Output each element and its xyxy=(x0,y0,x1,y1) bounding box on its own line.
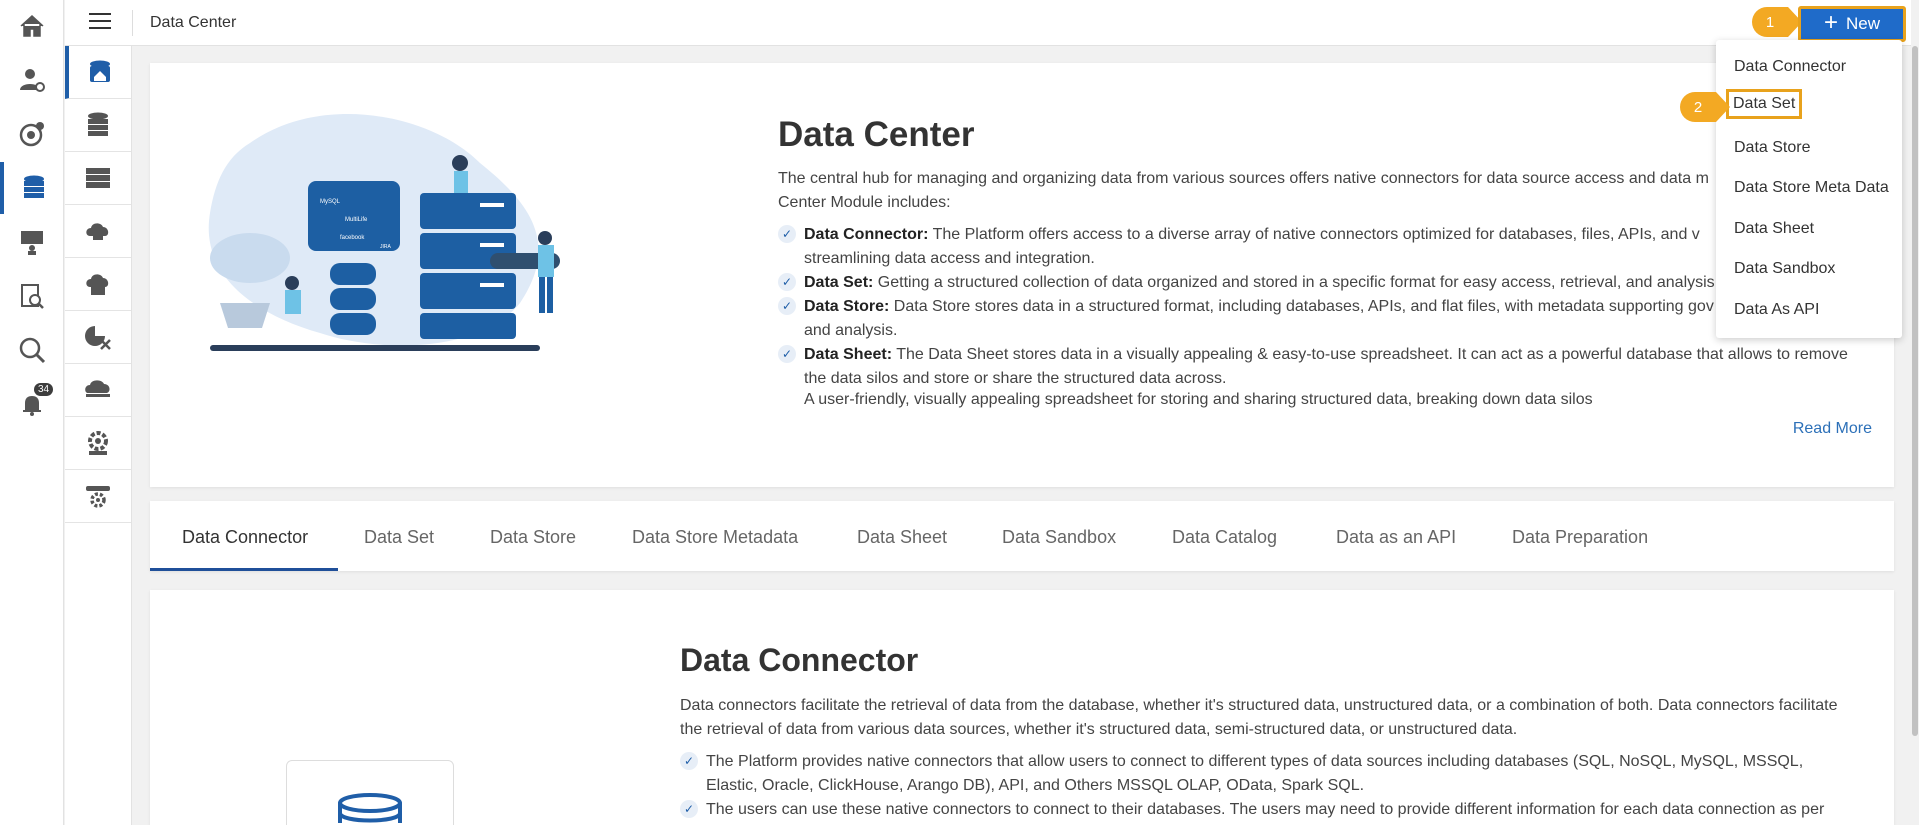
chart-tools-icon[interactable] xyxy=(65,311,131,364)
page-scrollbar[interactable] xyxy=(1911,0,1919,825)
hero-description: The central hub for managing and organiz… xyxy=(778,167,1878,215)
target-icon[interactable] xyxy=(0,108,64,160)
page-title: Data Center xyxy=(150,14,237,31)
menu-item-data-store[interactable]: Data Store xyxy=(1734,139,1810,157)
top-bar: Data Center xyxy=(65,0,1919,46)
presentation-icon[interactable] xyxy=(0,216,64,268)
section-bullets: ✓ The Platform provides native connectors… xyxy=(680,750,1830,822)
tab-data-as-an-api[interactable]: Data as an API xyxy=(1336,527,1456,548)
home-icon[interactable] xyxy=(0,0,64,52)
user-settings-icon[interactable] xyxy=(0,54,64,106)
tab-data-catalog[interactable]: Data Catalog xyxy=(1172,527,1277,548)
jira-logo-text: JIRA xyxy=(380,244,392,250)
bullet-term: Data Set: xyxy=(804,274,874,291)
hero-title: Data Center xyxy=(778,115,975,154)
tab-data-store[interactable]: Data Store xyxy=(490,527,576,548)
menu-item-data-connector[interactable]: Data Connector xyxy=(1734,58,1846,76)
menu-item-data-sandbox[interactable]: Data Sandbox xyxy=(1734,260,1835,278)
active-tab-underline xyxy=(150,568,338,571)
hero-description-line1: The central hub for managing and organiz… xyxy=(778,170,1709,187)
section-description: Data connectors facilitate the retrieval… xyxy=(680,697,1838,738)
tab-data-sandbox[interactable]: Data Sandbox xyxy=(1002,527,1116,548)
tab-data-connector[interactable]: Data Connector xyxy=(182,527,308,548)
scrollbar-thumb[interactable] xyxy=(1912,46,1918,736)
mysql-logo-text: MySQL xyxy=(320,199,341,205)
list-item: ✓ The Platform provides native connectors… xyxy=(680,750,1830,798)
bullet-cont: streamlining data access and integration… xyxy=(804,250,1095,267)
notification-badge: 34 xyxy=(34,383,54,396)
data-center-illustration: MySQL MultiLife facebook JIRA xyxy=(208,114,560,351)
section-title: Data Connector xyxy=(680,642,919,678)
list-item: ✓ Data Store: Data Store stores data in a… xyxy=(778,295,1868,343)
database-icon xyxy=(338,793,402,823)
hero-card: MySQL MultiLife facebook JIRA Data Cente… xyxy=(150,63,1894,487)
sub-rail xyxy=(65,46,132,825)
menu-item-data-as-api[interactable]: Data As API xyxy=(1734,301,1819,319)
bullet-text: The Platform offers access to a diverse … xyxy=(928,226,1700,243)
menu-item-data-store-meta-data[interactable]: Data Store Meta Data xyxy=(1734,179,1889,197)
plus-icon: + xyxy=(1823,9,1838,36)
new-button[interactable]: + New xyxy=(1798,6,1906,42)
hero-bullets: ✓ Data Connector: The Platform offers acc… xyxy=(778,223,1868,391)
check-icon: ✓ xyxy=(680,800,698,818)
topbar-divider xyxy=(132,10,133,36)
check-icon: ✓ xyxy=(778,225,796,243)
main-rail: 34 xyxy=(0,0,64,825)
tab-data-store-metadata[interactable]: Data Store Metadata xyxy=(632,527,798,548)
report-search-icon[interactable] xyxy=(0,270,64,322)
data-center-icon[interactable] xyxy=(0,162,64,214)
cloud-stack-icon[interactable] xyxy=(65,364,131,417)
list-item: ✓ Data Set: Getting a structured collecti… xyxy=(778,271,1868,295)
list-item: ✓ Data Connector: The Platform offers acc… xyxy=(778,223,1868,271)
api-gear-icon[interactable] xyxy=(65,417,131,470)
check-icon: ✓ xyxy=(778,273,796,291)
tab-data-sheet[interactable]: Data Sheet xyxy=(857,527,947,548)
tab-bar: Data Connector Data Set Data Store Data … xyxy=(150,501,1894,571)
list-item: ✓ The users can use these native connecto… xyxy=(680,798,1830,822)
bullet-term: Data Store: xyxy=(804,298,890,315)
bullet-text: The users can use these native connector… xyxy=(706,801,1825,818)
new-button-label: New xyxy=(1846,14,1881,33)
bullet-text: The Platform provides native connectors … xyxy=(706,753,1804,794)
check-icon: ✓ xyxy=(680,752,698,770)
menu-item-data-set[interactable]: Data Set xyxy=(1726,89,1803,119)
hero-description-line2: Center Module includes: xyxy=(778,194,951,211)
bullet-term: Data Sheet: xyxy=(804,346,893,363)
list-item: ✓ Data Sheet: The Data Sheet stores data … xyxy=(778,343,1868,391)
cloud-code-icon[interactable] xyxy=(65,258,131,311)
step-callout-2: 2 xyxy=(1680,92,1730,122)
database-icon[interactable] xyxy=(65,99,131,152)
check-icon: ✓ xyxy=(778,345,796,363)
multilife-logo-text: MultiLife xyxy=(345,217,368,223)
tab-data-set[interactable]: Data Set xyxy=(364,527,434,548)
hamburger-menu-icon[interactable] xyxy=(89,13,111,31)
bell-icon[interactable]: 34 xyxy=(0,378,64,430)
server-icon[interactable] xyxy=(65,152,131,205)
tab-data-preparation[interactable]: Data Preparation xyxy=(1512,527,1648,548)
menu-item-data-sheet[interactable]: Data Sheet xyxy=(1734,220,1814,238)
connector-section: Data Connector Data connectors facilitat… xyxy=(150,590,1894,825)
data-home-icon[interactable] xyxy=(65,46,131,99)
check-icon: ✓ xyxy=(778,297,796,315)
bullet-text: The Data Sheet stores data in a visually… xyxy=(892,346,1848,363)
new-dropdown-menu: Data Connector Data Set Data Store Data … xyxy=(1716,40,1902,338)
bullet-cont: the data silos and store or share the st… xyxy=(804,370,1227,387)
connector-image-box xyxy=(286,760,454,825)
bullet-text: Getting a structured collection of data … xyxy=(873,274,1720,291)
bullet-text: Data Store stores data in a structured f… xyxy=(889,298,1714,315)
pipeline-gear-icon[interactable] xyxy=(65,470,131,523)
cloud-database-icon[interactable] xyxy=(65,205,131,258)
facebook-logo-text: facebook xyxy=(340,235,365,241)
bullet-term: Data Connector: xyxy=(804,226,929,243)
bullet-cont: and analysis. xyxy=(804,322,898,339)
step-callout-1: 1 xyxy=(1752,7,1802,37)
read-more-link[interactable]: Read More xyxy=(1793,420,1872,438)
hero-extra-line: A user-friendly, visually appealing spre… xyxy=(804,391,1593,408)
search-icon[interactable] xyxy=(0,324,64,376)
